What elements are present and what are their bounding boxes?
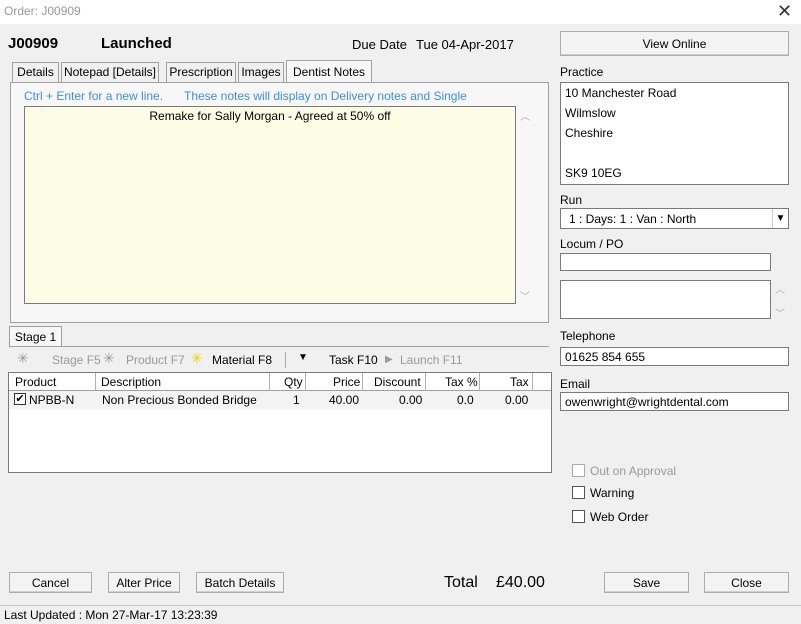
due-date-label: Due Date (352, 37, 407, 52)
row-checkbox[interactable]: ✔ (14, 393, 26, 405)
cell-product: NPBB-N (29, 393, 75, 407)
cell-description: Non Precious Bonded Bridge (102, 393, 257, 407)
cell-discount: 0.00 (399, 393, 423, 407)
email-label: Email (560, 377, 591, 391)
practice-address-box[interactable]: 10 Manchester Road Wilmslow Cheshire SK9… (560, 82, 789, 185)
view-online-button[interactable]: View Online (560, 31, 789, 56)
practice-label: Practice (560, 65, 604, 79)
close-icon[interactable]: ✕ (777, 2, 792, 20)
add-task-button[interactable]: Task F10 (329, 353, 378, 367)
stage-toolbar: ✳ Stage F5 ✳ Product F7 ✳ Material F8 ▼ … (9, 347, 549, 371)
practice-line-5: SK9 10EG (565, 166, 622, 180)
col-description[interactable]: Description (101, 375, 161, 389)
chevron-down-icon[interactable]: ▼ (772, 209, 788, 228)
notes-scrollbar[interactable]: ︿ ﹀ (517, 106, 531, 304)
tab-prescription[interactable]: Prescription (166, 62, 236, 83)
dentist-notes-textarea[interactable]: Remake for Sally Morgan - Agreed at 50% … (24, 106, 516, 304)
grid-header: Product Description Qty Price Discount T… (9, 373, 551, 391)
notes-hint-delivery: These notes will display on Delivery not… (184, 89, 467, 103)
scroll-up-icon[interactable]: ︿ (520, 108, 530, 123)
product-grid: Product Description Qty Price Discount T… (8, 372, 552, 473)
practice-line-1: 10 Manchester Road (565, 86, 677, 100)
last-updated-text: Last Updated : Mon 27-Mar-17 13:23:39 (4, 608, 218, 622)
total-label: Total (444, 574, 478, 591)
col-discount[interactable]: Discount (374, 375, 421, 389)
save-button[interactable]: Save (604, 572, 689, 593)
practice-line-2: Wilmslow (565, 106, 616, 120)
locum-po-label: Locum / PO (560, 237, 624, 251)
cell-tax-pct: 0.0 (457, 393, 474, 407)
col-tax[interactable]: Tax (510, 375, 529, 389)
telephone-field[interactable]: 01625 854 655 (560, 347, 789, 366)
scroll-down-icon[interactable]: ﹀ (775, 305, 785, 320)
order-number: J00909 (8, 35, 59, 52)
warning-label: Warning (590, 486, 635, 500)
email-field[interactable]: owenwright@wrightdental.com (560, 392, 789, 411)
launch-arrow-icon: ▶ (385, 354, 393, 365)
notes-hint-newline: Ctrl + Enter for a new line. (24, 89, 164, 103)
col-qty[interactable]: Qty (284, 375, 303, 389)
tab-stage-1[interactable]: Stage 1 (9, 326, 62, 347)
run-value: 1 : Days: 1 : Van : North (569, 212, 697, 226)
title-bar (0, 0, 801, 24)
out-on-approval-label: Out on Approval (590, 464, 677, 478)
add-product-button[interactable]: Product F7 (126, 353, 185, 367)
telephone-label: Telephone (560, 329, 616, 343)
col-tax-pct[interactable]: Tax % (445, 375, 478, 389)
col-product[interactable]: Product (15, 375, 56, 389)
product-asterisk-icon: ✳ (103, 350, 115, 366)
dropdown-arrow-icon[interactable]: ▼ (298, 352, 308, 363)
locum-po-input[interactable] (560, 253, 771, 271)
window-title: Order: J00909 (4, 4, 81, 18)
total-value: £40.00 (496, 574, 545, 591)
tab-notepad-details[interactable]: Notepad [Details] (61, 62, 159, 83)
dentist-notes-text: Remake for Sally Morgan - Agreed at 50% … (149, 109, 391, 123)
cell-price: 40.00 (329, 393, 360, 407)
scroll-down-icon[interactable]: ﹀ (520, 288, 530, 303)
launch-button[interactable]: Launch F11 (400, 353, 463, 367)
practice-line-3: Cheshire (565, 126, 614, 140)
run-label: Run (560, 193, 583, 207)
due-date-value: Tue 04-Apr-2017 (416, 37, 514, 52)
notes-multiline-input[interactable] (560, 280, 771, 319)
cell-qty: 1 (293, 393, 300, 407)
material-star-icon: ✳ (191, 350, 203, 366)
cancel-button[interactable]: Cancel (9, 572, 92, 593)
cell-tax: 0.00 (505, 393, 529, 407)
add-material-button[interactable]: Material F8 (212, 353, 272, 367)
web-order-label: Web Order (590, 510, 649, 524)
tab-dentist-notes[interactable]: Dentist Notes (286, 60, 372, 83)
checkbox-box[interactable] (572, 486, 585, 499)
scroll-up-icon[interactable]: ︿ (775, 281, 785, 296)
tab-images[interactable]: Images (238, 62, 284, 83)
stage-asterisk-icon: ✳ (17, 350, 29, 366)
table-row[interactable]: ✔ NPBB-N Non Precious Bonded Bridge 1 40… (9, 391, 551, 409)
batch-details-button[interactable]: Batch Details (196, 572, 284, 593)
add-stage-button[interactable]: Stage F5 (52, 353, 101, 367)
tab-details[interactable]: Details (12, 62, 59, 83)
toolbar-separator (285, 352, 286, 368)
order-status: Launched (101, 35, 172, 52)
checkbox-box[interactable] (572, 464, 585, 477)
col-price[interactable]: Price (333, 375, 360, 389)
checkbox-box[interactable] (572, 510, 585, 523)
alter-price-button[interactable]: Alter Price (108, 572, 180, 593)
close-button[interactable]: Close (704, 572, 789, 593)
run-select[interactable]: 1 : Days: 1 : Van : North ▼ (560, 208, 789, 229)
